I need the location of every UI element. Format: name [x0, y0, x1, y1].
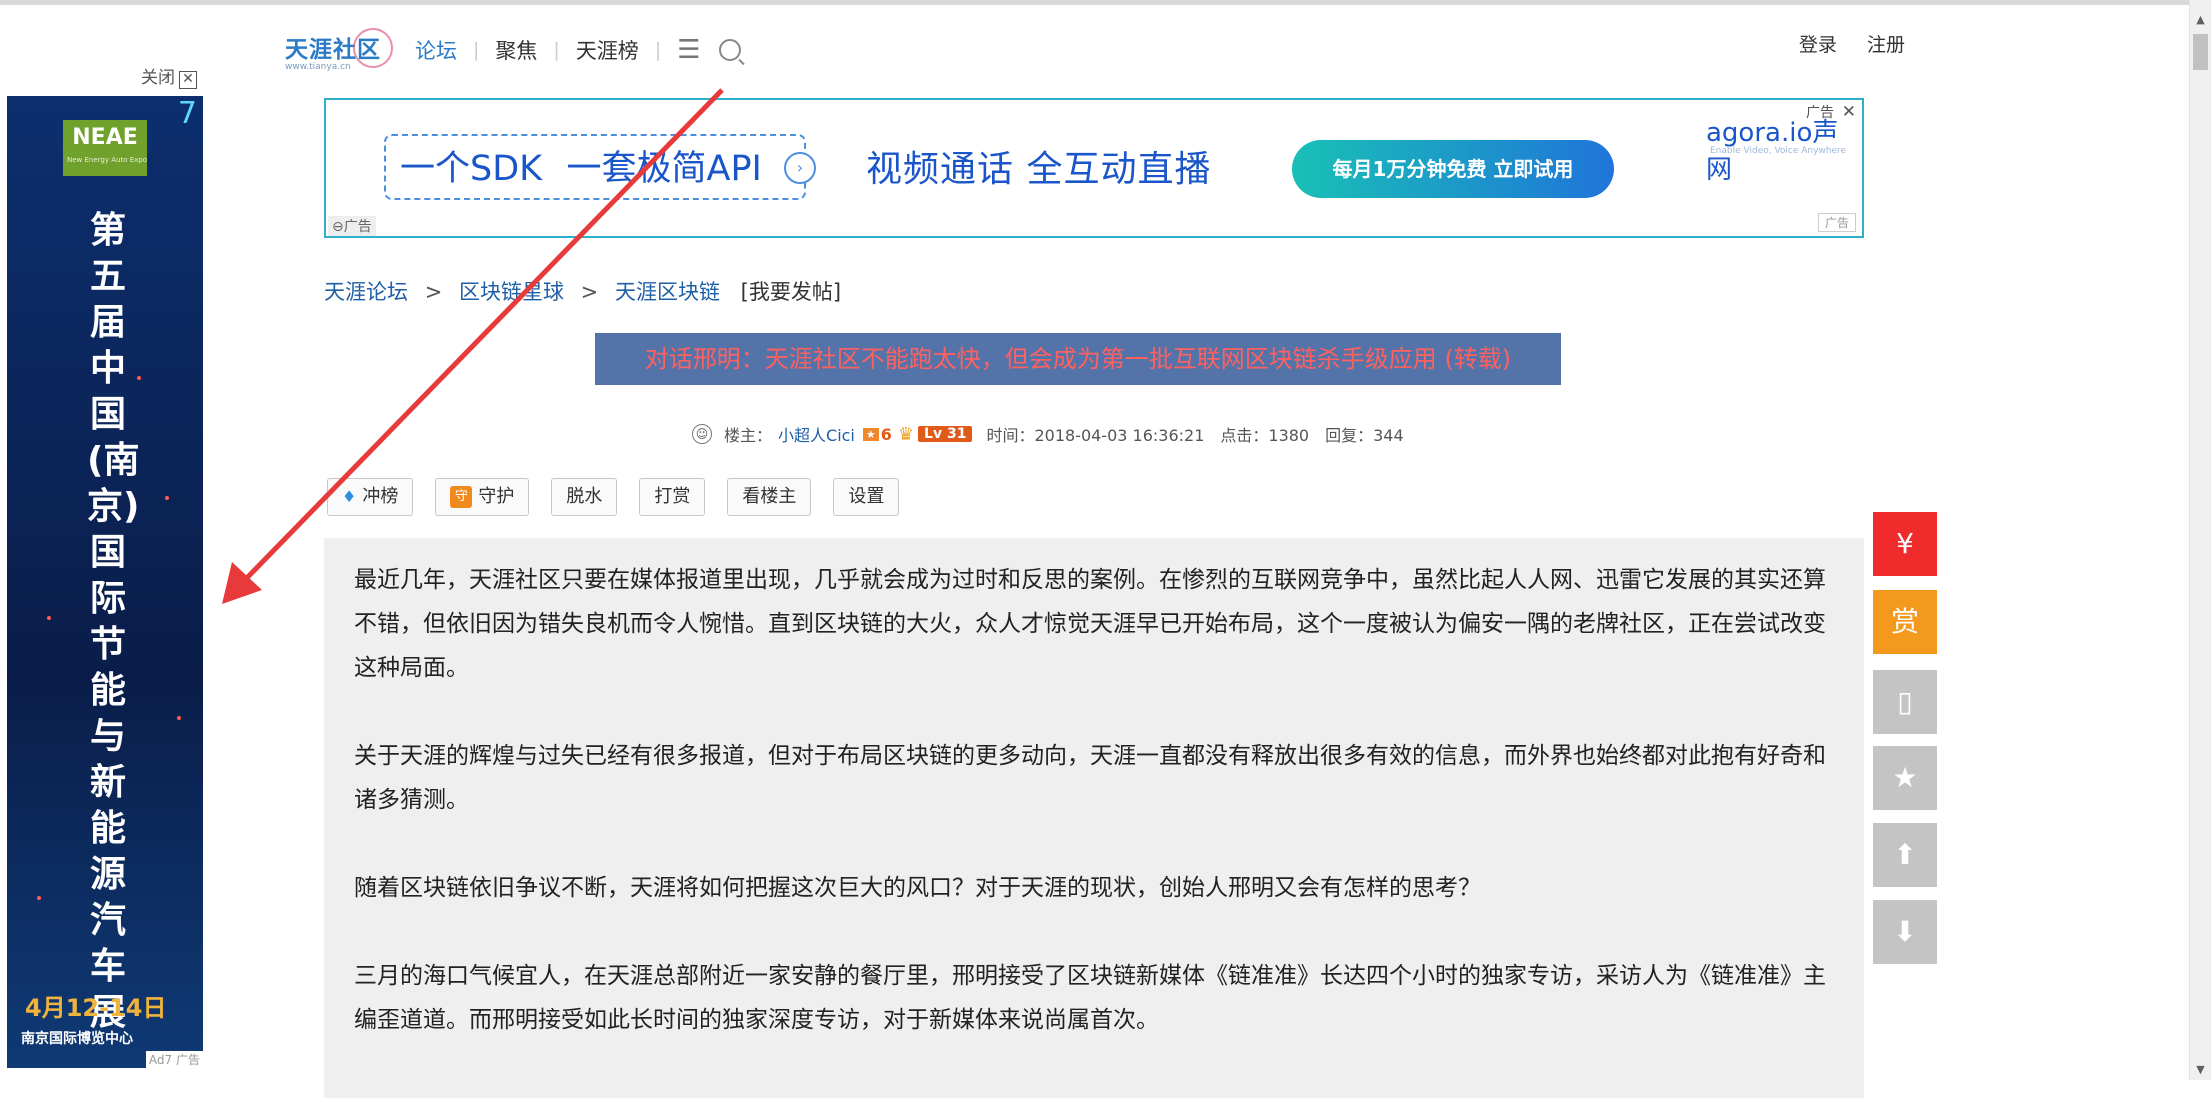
badge-count: 6: [880, 424, 892, 444]
scroll-top-button[interactable]: ⬆: [1873, 823, 1937, 887]
tip-button[interactable]: 打赏: [639, 478, 706, 516]
logo-globe-icon: [353, 28, 393, 68]
spark-dot: [137, 376, 141, 380]
view-op-button[interactable]: 看楼主: [727, 478, 812, 516]
close-icon[interactable]: ✕: [179, 71, 197, 89]
side-ad-logo: NEAE: [63, 120, 147, 176]
banner-ad-label: 广告: [1806, 105, 1834, 121]
spark-dot: [177, 716, 181, 720]
side-ad-tag: Ad7 广告: [145, 1051, 203, 1068]
post-replies: 回复：344: [1325, 426, 1404, 445]
breadcrumb-item[interactable]: 区块链星球: [459, 280, 564, 304]
arrow-up-icon: ⬆: [1893, 838, 1917, 871]
post-meta: ☺ 楼主： 小超人Cici ★ 6 ♛ Lv 31 时间：2018-04-03 …: [692, 422, 1420, 446]
spark-dot: [37, 896, 41, 900]
post-title: 对话邢明：天涯社区不能跑太快，但会成为第一批互联网区块链杀手级应用 (转载): [595, 333, 1561, 385]
banner-ad-left-text: 广告: [343, 219, 372, 235]
banner-arrow-icon: ›: [784, 152, 816, 184]
diamond-icon: ♦: [342, 487, 357, 506]
boost-label: 冲榜: [362, 486, 399, 507]
dehydrate-button[interactable]: 脱水: [551, 478, 618, 516]
banner-ad-label-bottom: 广告: [1817, 213, 1856, 232]
arrow-down-icon: ⬇: [1893, 915, 1917, 948]
nav-separator: |: [553, 39, 560, 61]
nav-forum[interactable]: 论坛: [415, 35, 457, 65]
nav-separator: |: [654, 39, 662, 61]
banner-features: 视频通话 全互动直播: [866, 149, 1212, 190]
banner-ad-label-left: ⊖广告: [328, 216, 376, 236]
search-icon[interactable]: [718, 39, 741, 61]
nav-separator: |: [473, 39, 480, 61]
auth-links: 登录 注册: [1775, 30, 1905, 57]
breadcrumb: 天涯论坛 > 区块链星球 > 天涯区块链 [我要发帖]: [324, 276, 841, 306]
guard-button[interactable]: 守守护: [435, 478, 530, 516]
star-icon: ★: [1892, 761, 1918, 794]
reward-icon: 赏: [1890, 605, 1919, 638]
side-ad-close-button[interactable]: 关闭 ✕: [7, 60, 203, 96]
close-icon[interactable]: ✕: [1842, 102, 1856, 122]
side-ad-body[interactable]: NEAE New Energy Auto Expo 7 第五届中国(南京)国际节…: [7, 96, 203, 1068]
red-packet-icon: ¥: [1896, 527, 1914, 560]
author-name[interactable]: 小超人Cici: [778, 422, 855, 446]
spark-dot: [47, 616, 51, 620]
post-time: 时间：2018-04-03 16:36:21: [986, 426, 1205, 445]
breadcrumb-item[interactable]: 天涯区块链: [615, 280, 720, 304]
nav-ranking[interactable]: 天涯榜: [576, 35, 639, 65]
banner-api-label: 一套极简API: [566, 149, 762, 189]
chevron-right-icon: >: [424, 280, 443, 304]
scroll-down-arrow-icon[interactable]: ▼: [2190, 1060, 2211, 1080]
level-badge: Lv 31: [918, 426, 973, 442]
paragraph: 最近几年，天涯社区只要在媒体报道里出现，几乎就会成为过时和反思的案例。在惨烈的互…: [354, 567, 1826, 681]
paragraph: 随着区块链依旧争议不断，天涯将如何把握这次巨大的风口？对于天涯的现状，创始人邢明…: [354, 875, 1481, 901]
chevron-right-icon: >: [580, 280, 599, 304]
mobile-share-button[interactable]: ▯: [1873, 670, 1937, 734]
banner-sdk-label: 一个SDK: [400, 149, 543, 189]
main-nav: 论坛 | 聚焦 | 天涯榜 | ☰: [415, 30, 741, 70]
page-scrollbar[interactable]: ▲ ▼: [2189, 0, 2211, 1080]
side-ad-corner: 7: [177, 96, 197, 131]
crown-icon: ♛: [897, 423, 915, 445]
scroll-up-arrow-icon[interactable]: ▲: [2190, 10, 2211, 30]
star-badge-icon: ★: [862, 427, 879, 441]
side-ad-title: 第五届中国(南京)国际节能与新能源汽车展: [87, 210, 140, 1033]
favorite-button[interactable]: ★: [1873, 746, 1937, 810]
site-header: 天涯社区 www.tianya.cn 论坛 | 聚焦 | 天涯榜 | ☰ 登录 …: [285, 14, 1905, 76]
banner-advertisement[interactable]: 一个SDK 一套极简API › 视频通话 全互动直播 每月1万分钟免费 立即试用…: [324, 98, 1864, 238]
guard-icon: 守: [450, 486, 473, 508]
side-ad-logo-sub: New Energy Auto Expo: [67, 156, 147, 164]
paragraph: 三月的海口气候宜人，在天涯总部附近一家安静的餐厅里，邢明接受了区块链新媒体《链准…: [354, 963, 1826, 1033]
settings-button[interactable]: 设置: [833, 478, 900, 516]
paragraph: 关于天涯的辉煌与过失已经有很多报道，但对于布局区块链的更多动向，天涯一直都没有释…: [354, 743, 1826, 813]
post-content: 最近几年，天涯社区只要在媒体报道里出现，几乎就会成为过时和反思的案例。在惨烈的互…: [324, 538, 1864, 1098]
tianya-logo[interactable]: 天涯社区 www.tianya.cn: [285, 28, 397, 74]
banner-cta-button[interactable]: 每月1万分钟免费 立即试用: [1292, 140, 1614, 198]
side-advertisement[interactable]: NEAE New Energy Auto Expo 7 第五届中国(南京)国际节…: [7, 60, 203, 1068]
menu-icon[interactable]: ☰: [677, 35, 700, 65]
banner-sdk-text: 一个SDK 一套极简API: [400, 140, 762, 191]
banner-brand-sub: Enable Video, Voice Anywhere: [1710, 146, 1847, 156]
spark-dot: [165, 496, 169, 500]
breadcrumb-item[interactable]: 天涯论坛: [324, 280, 408, 304]
post-actions: ♦ 冲榜 守守护 脱水 打赏 看楼主 设置: [327, 478, 921, 516]
reward-button[interactable]: 赏: [1873, 590, 1937, 654]
guard-label: 守护: [478, 486, 515, 507]
side-ad-date: 4月12-14日: [25, 994, 167, 1022]
new-post-link[interactable]: [我要发帖]: [741, 280, 841, 304]
register-link[interactable]: 注册: [1867, 34, 1905, 56]
side-ad-close-label: 关闭: [141, 68, 175, 88]
smile-icon: ☺: [692, 424, 712, 444]
red-packet-button[interactable]: ¥: [1873, 512, 1937, 576]
author-label: 楼主：: [724, 426, 773, 445]
post-clicks: 点击：1380: [1220, 426, 1310, 445]
scroll-thumb[interactable]: [2193, 34, 2208, 70]
phone-icon: ▯: [1897, 685, 1913, 718]
nav-focus[interactable]: 聚焦: [495, 35, 537, 65]
boost-button[interactable]: ♦ 冲榜: [327, 478, 414, 516]
side-ad-venue: 南京国际博览中心: [21, 1031, 133, 1047]
scroll-bottom-button[interactable]: ⬇: [1873, 900, 1937, 964]
top-border: [0, 0, 2190, 5]
login-link[interactable]: 登录: [1799, 34, 1837, 56]
